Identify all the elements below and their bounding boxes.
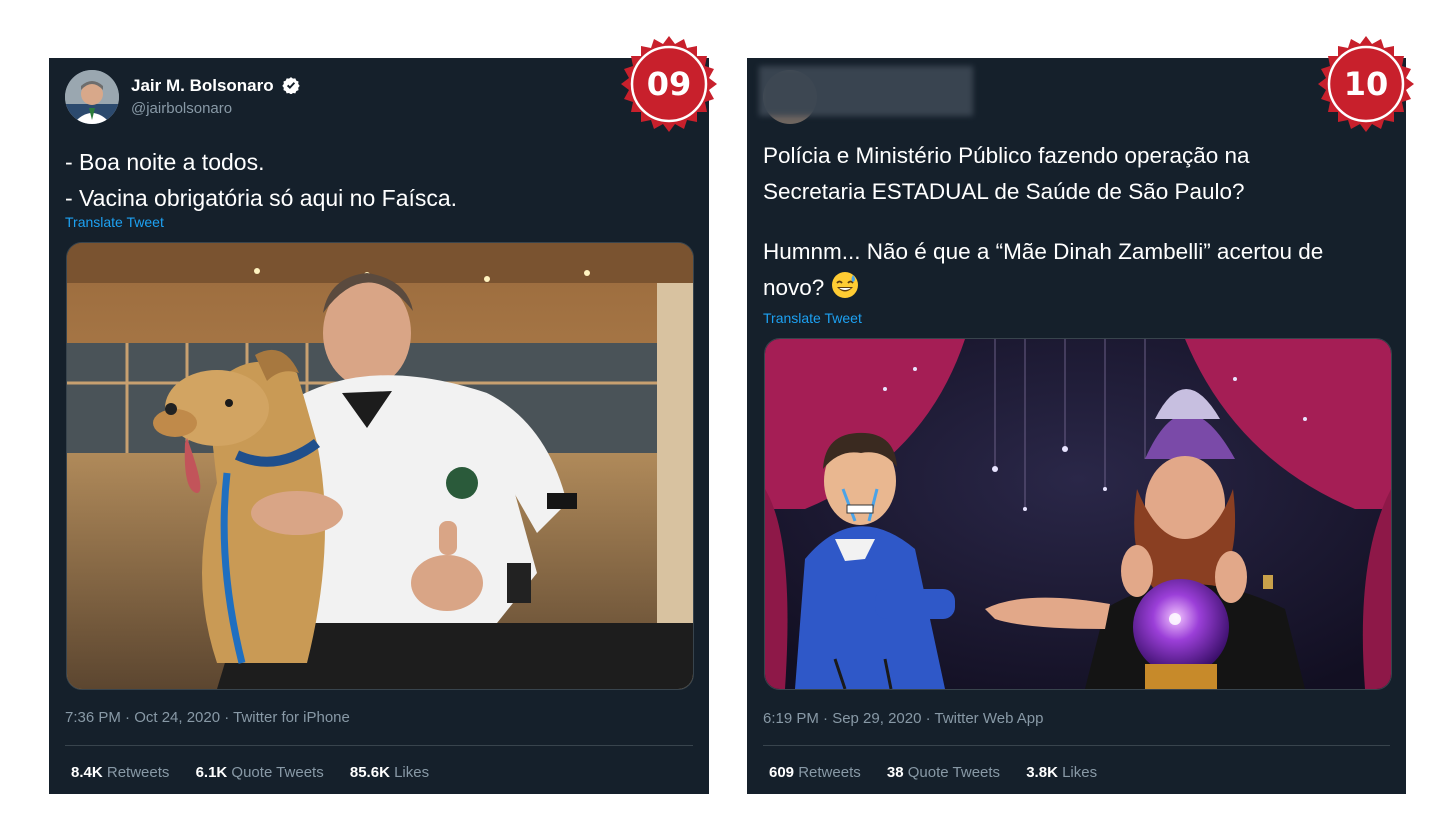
divider: [65, 745, 693, 746]
tweet-text-blank-line: [763, 210, 1323, 234]
tweet-text-line: Humnm... Não é que a “Mãe Dinah Zambelli…: [763, 239, 1324, 264]
tweet-card-2: 10 Polícia e Ministério Público fazendo …: [747, 36, 1414, 794]
author-name-text: Jair M. Bolsonaro: [131, 76, 274, 95]
likes-count: 85.6K: [349, 764, 390, 781]
rank-badge: 10: [1316, 34, 1416, 134]
translate-tweet-link[interactable]: Translate Tweet: [763, 310, 862, 326]
likes-stat[interactable]: 3.8K Likes: [1026, 764, 1097, 781]
grinning-sweat-emoji-icon: [831, 272, 858, 298]
retweets-stat[interactable]: 8.4K Retweets: [71, 764, 169, 781]
tweet-timestamp[interactable]: 6:19 PM · Sep 29, 2020 · Twitter Web App: [763, 710, 1043, 727]
tweet-stats: 609 Retweets 38 Quote Tweets 3.8K Likes: [769, 764, 1119, 781]
quote-tweets-count: 6.1K: [195, 764, 228, 781]
likes-stat[interactable]: 85.6K Likes: [350, 764, 429, 781]
likes-label: Likes: [1062, 764, 1098, 781]
retweets-label: Retweets: [106, 764, 170, 781]
avatar[interactable]: [65, 70, 119, 124]
tweet-text-line: Polícia e Ministério Público fazendo ope…: [763, 143, 1250, 168]
tweet-text: - Boa noite a todos. - Vacina obrigatóri…: [65, 144, 457, 216]
tweet-text-line: - Boa noite a todos.: [65, 149, 265, 175]
author-name[interactable]: Jair M. Bolsonaro: [131, 76, 301, 96]
tweet-text: Polícia e Ministério Público fazendo ope…: [763, 138, 1323, 306]
redacted-author-block: [759, 66, 973, 116]
retweets-count: 609: [769, 764, 795, 781]
tweet-text-line: novo?: [763, 275, 825, 300]
tweet-text-line-with-emoji: novo?: [763, 270, 1323, 306]
retweets-stat[interactable]: 609 Retweets: [769, 764, 861, 781]
tweet-card-1: 09 Jair M. Bolsonaro @jairbolsonaro - Bo…: [49, 36, 717, 794]
divider: [763, 745, 1390, 746]
quote-tweets-stat[interactable]: 6.1K Quote Tweets: [196, 764, 324, 781]
author-handle[interactable]: @jairbolsonaro: [131, 100, 232, 117]
rank-badge-number: 09: [647, 65, 692, 103]
tweet-photo[interactable]: [764, 338, 1392, 690]
tweet-text-line: Secretaria ESTADUAL de Saúde de São Paul…: [763, 179, 1245, 204]
rank-badge: 09: [619, 34, 719, 134]
retweets-count: 8.4K: [71, 764, 103, 781]
quote-tweets-label: Quote Tweets: [907, 764, 1001, 781]
tweet-photo[interactable]: [66, 242, 694, 690]
likes-count: 3.8K: [1026, 764, 1058, 781]
tweet-text-line: - Vacina obrigatória só aqui no Faísca.: [65, 185, 458, 211]
quote-tweets-stat[interactable]: 38 Quote Tweets: [887, 764, 1000, 781]
tweet-timestamp[interactable]: 7:36 PM · Oct 24, 2020 · Twitter for iPh…: [65, 709, 350, 726]
translate-tweet-link[interactable]: Translate Tweet: [65, 214, 164, 230]
quote-tweets-label: Quote Tweets: [231, 764, 324, 781]
likes-label: Likes: [394, 764, 430, 781]
tweet-stats: 8.4K Retweets 6.1K Quote Tweets 85.6K Li…: [71, 764, 451, 781]
rank-badge-number: 10: [1344, 65, 1389, 103]
verified-badge-icon: [282, 77, 301, 94]
quote-tweets-count: 38: [886, 764, 904, 781]
retweets-label: Retweets: [798, 764, 861, 781]
